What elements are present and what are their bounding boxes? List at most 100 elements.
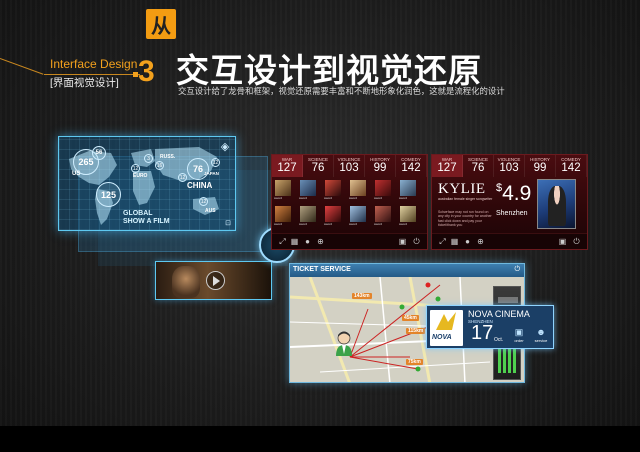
video-thumbnail (172, 266, 200, 298)
power-icon[interactable]: ⏻ (412, 237, 421, 246)
global-film-panel[interactable]: 265 56 125 76 3 12 16 12 12 12 US EURO R… (58, 136, 236, 231)
category-count: 103 (499, 162, 519, 174)
movie-thumbnail[interactable]: sword (399, 206, 422, 228)
movie-thumbnail[interactable]: sword (274, 206, 297, 228)
artist-description: Schwrface may not run found on any city … (438, 210, 492, 227)
bubble-aus[interactable]: 12 (199, 197, 208, 206)
thumbnail-caption: sword (274, 196, 283, 200)
movie-thumbnail[interactable]: sword (399, 180, 422, 202)
category-label: SCIENCE (467, 157, 488, 162)
artist-photo (548, 186, 566, 226)
category-label: VIOLENCE (497, 157, 521, 162)
movie-thumbnail[interactable]: sword (299, 180, 322, 202)
expand-icon[interactable]: ⤢ (278, 237, 287, 246)
tab-war[interactable]: WAR 127 (432, 155, 463, 177)
user-icon[interactable]: ● (303, 237, 312, 246)
artist-name: KYLIE (438, 181, 486, 197)
expand-icon[interactable]: ◈ (219, 141, 231, 153)
tab-science[interactable]: SCIENCE 76 (463, 155, 494, 177)
thumbnail-caption: sword (324, 196, 333, 200)
movie-thumbnail[interactable]: sword (349, 180, 372, 202)
page-subtitle: 交互设计给了龙骨和框架，视觉还原需要丰富和不断地形象化润色，这就是流程化的设计 (178, 86, 505, 96)
power-icon[interactable]: ⏻ (514, 266, 520, 274)
bubble-small[interactable]: 56 (92, 146, 106, 160)
thumbnail-caption: sword (349, 196, 358, 200)
movie-thumbnail[interactable]: sword (324, 180, 347, 202)
globe-icon[interactable]: ⊕ (316, 237, 325, 246)
tab-comedy[interactable]: COMEDY 142 (396, 155, 427, 177)
show-film-label: SHOW A FILM (123, 218, 170, 225)
movie-thumbnail[interactable]: sword (374, 180, 397, 202)
user-icon[interactable]: ● (463, 237, 472, 246)
movie-thumbnail[interactable]: sword (324, 206, 347, 228)
globe-icon[interactable]: ⊕ (476, 237, 485, 246)
distance-tag: 115km (406, 328, 426, 334)
region-china: CHINA (187, 181, 213, 190)
service-button[interactable]: ☻ service (531, 327, 551, 346)
tab-history[interactable]: HISTORY 99 (365, 155, 396, 177)
category-count: 76 (471, 162, 485, 174)
category-label: HISTORY (370, 157, 390, 162)
bottom-bar (0, 426, 640, 452)
artist-panel: WAR 127 SCIENCE 76 VIOLENCE 103 HISTORY 99 C… (431, 154, 588, 250)
region-us: US (72, 171, 81, 177)
region-russia: RUSS. (160, 154, 176, 160)
movie-thumbnail[interactable]: sword (374, 206, 397, 228)
screen-icon[interactable]: ▣ (558, 237, 567, 246)
region-aus: AUS (205, 208, 216, 214)
thumbnail-caption: sword (349, 222, 358, 226)
section-title-en: Interface Design (50, 57, 138, 71)
tab-violence[interactable]: VIOLENCE 103 (494, 155, 525, 177)
region-euro: EURO (133, 173, 148, 179)
bubble-small[interactable]: 12 (211, 158, 220, 167)
user-location-icon[interactable] (334, 330, 354, 356)
show-month: Oct. (494, 337, 504, 343)
movie-thumbnail[interactable]: sword (349, 206, 372, 228)
bubble-small[interactable]: 12 (178, 173, 187, 182)
step-badge: 从 (146, 9, 176, 39)
tab-science[interactable]: SCIENCE 76 (303, 155, 334, 177)
order-button[interactable]: ▣ order (509, 327, 529, 346)
ticket-title: TICKET SERVICE (293, 266, 351, 273)
bubble-japan[interactable]: 76 (187, 158, 209, 180)
category-count: 103 (339, 162, 359, 174)
tab-war[interactable]: WAR 127 (272, 155, 303, 177)
artist-poster[interactable] (537, 179, 576, 229)
bubble-small[interactable]: 16 (155, 161, 164, 170)
expand-icon[interactable]: ⤢ (438, 237, 447, 246)
film-icon[interactable]: ▦ (290, 237, 299, 246)
tab-violence[interactable]: VIOLENCE 103 (334, 155, 365, 177)
thumbnail-caption: sword (299, 196, 308, 200)
cinema-card[interactable]: NOVA NOVA CINEMA SHENZHEN 17 Oct. ▣ orde… (426, 305, 554, 349)
service-icon: ☻ (536, 327, 546, 337)
movie-thumbnail[interactable]: sword (299, 206, 322, 228)
category-label: HISTORY (530, 157, 550, 162)
tab-history[interactable]: HISTORY 99 (525, 155, 556, 177)
service-label: service (534, 338, 548, 343)
section-title-cn: [界面视觉设计] (50, 77, 119, 89)
cinema-logo: NOVA (430, 310, 463, 346)
order-icon: ▣ (514, 327, 524, 337)
event-city: Shenzhen (496, 210, 528, 217)
power-icon[interactable]: ⏻ (572, 237, 581, 246)
distance-tag: 75km (406, 359, 423, 365)
category-count: 142 (401, 162, 421, 174)
category-count: 142 (561, 162, 581, 174)
screen-icon[interactable]: ▣ (398, 237, 407, 246)
film-icon[interactable]: ▦ (450, 237, 459, 246)
ticket-header: TICKET SERVICE ⏻ (290, 264, 524, 277)
global-film-label: GLOBAL SHOW A FILM (123, 210, 170, 226)
movie-thumbnail[interactable]: sword (274, 180, 297, 202)
play-icon[interactable] (206, 271, 225, 290)
video-player[interactable] (155, 261, 272, 300)
bubble-euro[interactable]: 3 (144, 154, 153, 163)
cinema-name: NOVA CINEMA (468, 309, 530, 319)
panel-toolbar: ⤢ ▦ ● ⊕ ▣ ⏻ (432, 233, 587, 249)
category-label: COMEDY (561, 157, 581, 162)
category-header: WAR 127 SCIENCE 76 VIOLENCE 103 HISTORY 99 C… (432, 155, 587, 177)
tab-comedy[interactable]: COMEDY 142 (556, 155, 587, 177)
global-label: GLOBAL (123, 210, 153, 217)
corner-icon[interactable]: ⊡ (225, 219, 231, 227)
bubble-small[interactable]: 12 (131, 164, 140, 173)
bubble-south-america[interactable]: 125 (96, 182, 121, 207)
